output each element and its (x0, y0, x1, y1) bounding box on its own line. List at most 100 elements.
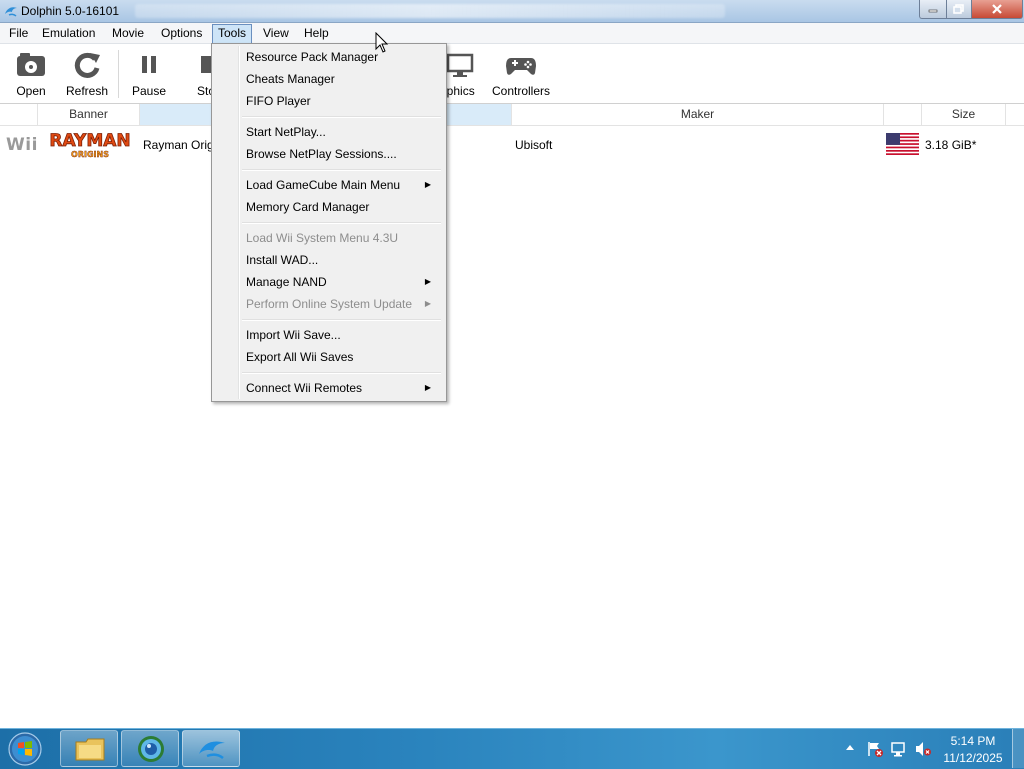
column-platform[interactable] (0, 104, 38, 125)
menu-view[interactable]: View (257, 24, 295, 42)
menu-separator (242, 116, 441, 118)
action-center-flag-icon[interactable] (866, 740, 884, 758)
maximize-button[interactable] (946, 0, 972, 19)
taskbar-dolphin-button[interactable] (182, 730, 240, 767)
title-bar[interactable]: Dolphin 5.0-16101 (0, 0, 1024, 23)
refresh-icon (74, 52, 100, 78)
open-disc-icon (17, 53, 45, 76)
menu-separator (242, 222, 441, 224)
dolphin-app-icon (5, 7, 17, 17)
title-status-text-blurred (135, 4, 725, 18)
menu-tools[interactable]: Tools (212, 24, 253, 44)
banner-title-text: RAYMAN (50, 131, 130, 151)
restore-icon (953, 4, 964, 14)
close-icon (992, 4, 1002, 14)
menu-item-label: FIFO Player (246, 94, 311, 108)
window-title: Dolphin 5.0-16101 (21, 4, 120, 18)
start-button-icon[interactable] (5, 731, 45, 767)
tools-menu-dropdown: Resource Pack Manager Cheats Manager FIF… (211, 43, 447, 402)
column-size[interactable]: Size (922, 104, 1006, 125)
clock-date[interactable]: 11/12/2025 (940, 751, 1006, 765)
menu-item-label: Cheats Manager (246, 72, 335, 86)
menu-help[interactable]: Help (298, 24, 335, 42)
submenu-arrow-icon: ▶ (424, 383, 431, 392)
close-button[interactable] (971, 0, 1023, 19)
game-maker: Ubisoft (515, 138, 553, 152)
menu-item-browse-netplay-sessions[interactable]: Browse NetPlay Sessions.... (215, 143, 443, 165)
menu-item-connect-wii-remotes[interactable]: Connect Wii Remotes ▶ (215, 377, 443, 399)
pause-label: Pause (131, 84, 167, 98)
menu-separator (242, 372, 441, 374)
menu-item-install-wad[interactable]: Install WAD... (215, 249, 443, 271)
menu-item-label: Load Wii System Menu 4.3U (246, 231, 399, 245)
open-button[interactable]: Open (1, 44, 61, 103)
menu-separator (242, 169, 441, 171)
rayman-origins-banner: RAYMAN ORIGINS (50, 128, 130, 160)
menu-item-import-wii-save[interactable]: Import Wii Save... (215, 324, 443, 346)
open-label: Open (16, 84, 46, 98)
clock-time[interactable]: 5:14 PM (940, 734, 1006, 748)
us-flag-icon (886, 133, 919, 155)
column-region[interactable] (884, 104, 922, 125)
pause-button[interactable]: Pause (119, 44, 179, 103)
refresh-button[interactable]: Refresh (57, 44, 117, 103)
browser-icon (138, 736, 164, 762)
menu-item-load-wii-system-menu: Load Wii System Menu 4.3U (215, 227, 443, 249)
show-desktop-button[interactable] (1012, 729, 1024, 768)
file-explorer-icon (75, 738, 105, 761)
menu-item-label: Perform Online System Update (246, 297, 413, 311)
menu-item-label: Browse NetPlay Sessions.... (246, 147, 397, 161)
menu-item-label: Install WAD... (246, 253, 319, 267)
stop-label: Sto (197, 84, 211, 98)
column-maker[interactable]: Maker (512, 104, 884, 125)
submenu-arrow-icon: ▶ (424, 277, 431, 286)
taskbar-file-explorer-button[interactable] (60, 730, 118, 767)
menu-item-label: Memory Card Manager (246, 200, 370, 214)
menu-item-start-netplay[interactable]: Start NetPlay... (215, 121, 443, 143)
game-title: Rayman Orig (143, 138, 214, 152)
menu-file[interactable]: File (3, 24, 34, 42)
menu-item-memory-card-manager[interactable]: Memory Card Manager (215, 196, 443, 218)
menu-item-label: Resource Pack Manager (246, 50, 379, 64)
game-size: 3.18 GiB* (925, 138, 977, 152)
toolbar: Open Refresh Pause Sto aphics (0, 44, 1024, 104)
menu-item-perform-online-system-update: Perform Online System Update ▶ (215, 293, 443, 315)
submenu-arrow-icon: ▶ (424, 299, 431, 308)
minimize-button[interactable] (919, 0, 946, 19)
mouse-cursor-icon (375, 32, 389, 53)
show-hidden-icons-icon[interactable] (845, 743, 855, 751)
menu-options[interactable]: Options (155, 24, 208, 42)
menu-item-cheats-manager[interactable]: Cheats Manager (215, 68, 443, 90)
banner-subtitle-text: ORIGINS (71, 150, 109, 159)
column-banner[interactable]: Banner (38, 104, 140, 125)
gamepad-icon (506, 58, 536, 75)
volume-muted-icon[interactable] (914, 740, 932, 758)
menu-item-load-gamecube-main-menu[interactable]: Load GameCube Main Menu ▶ (215, 174, 443, 196)
network-icon[interactable] (890, 740, 908, 758)
menu-item-label: Manage NAND (246, 275, 327, 289)
menu-item-label: Export All Wii Saves (246, 350, 354, 364)
menu-item-label: Connect Wii Remotes (246, 381, 363, 395)
dolphin-icon (199, 741, 225, 760)
menu-item-label: Import Wii Save... (246, 328, 341, 342)
menu-item-label: Start NetPlay... (246, 125, 326, 139)
menu-item-fifo-player[interactable]: FIFO Player (215, 90, 443, 112)
game-list-header: Banner Maker Size (0, 104, 1024, 126)
stop-icon (201, 56, 211, 73)
controllers-label: Controllers (491, 84, 551, 98)
menu-item-export-all-wii-saves[interactable]: Export All Wii Saves (215, 346, 443, 368)
game-list-row[interactable]: Wii RAYMAN ORIGINS Rayman Orig Ubisoft 3… (0, 126, 1024, 162)
stop-button[interactable]: Sto (179, 44, 211, 103)
menu-item-label: Load GameCube Main Menu (246, 178, 401, 192)
menu-item-resource-pack-manager[interactable]: Resource Pack Manager (215, 46, 443, 68)
wii-platform-icon: Wii (6, 135, 38, 155)
menu-emulation[interactable]: Emulation (36, 24, 101, 42)
menu-bar: File Emulation Movie Options Tools View … (0, 23, 1024, 44)
menu-movie[interactable]: Movie (106, 24, 150, 42)
menu-item-manage-nand[interactable]: Manage NAND ▶ (215, 271, 443, 293)
taskbar-browser-button[interactable] (121, 730, 179, 767)
minimize-icon (928, 9, 938, 13)
menu-separator (242, 319, 441, 321)
controllers-button[interactable]: Controllers (489, 44, 553, 103)
submenu-arrow-icon: ▶ (424, 180, 431, 189)
